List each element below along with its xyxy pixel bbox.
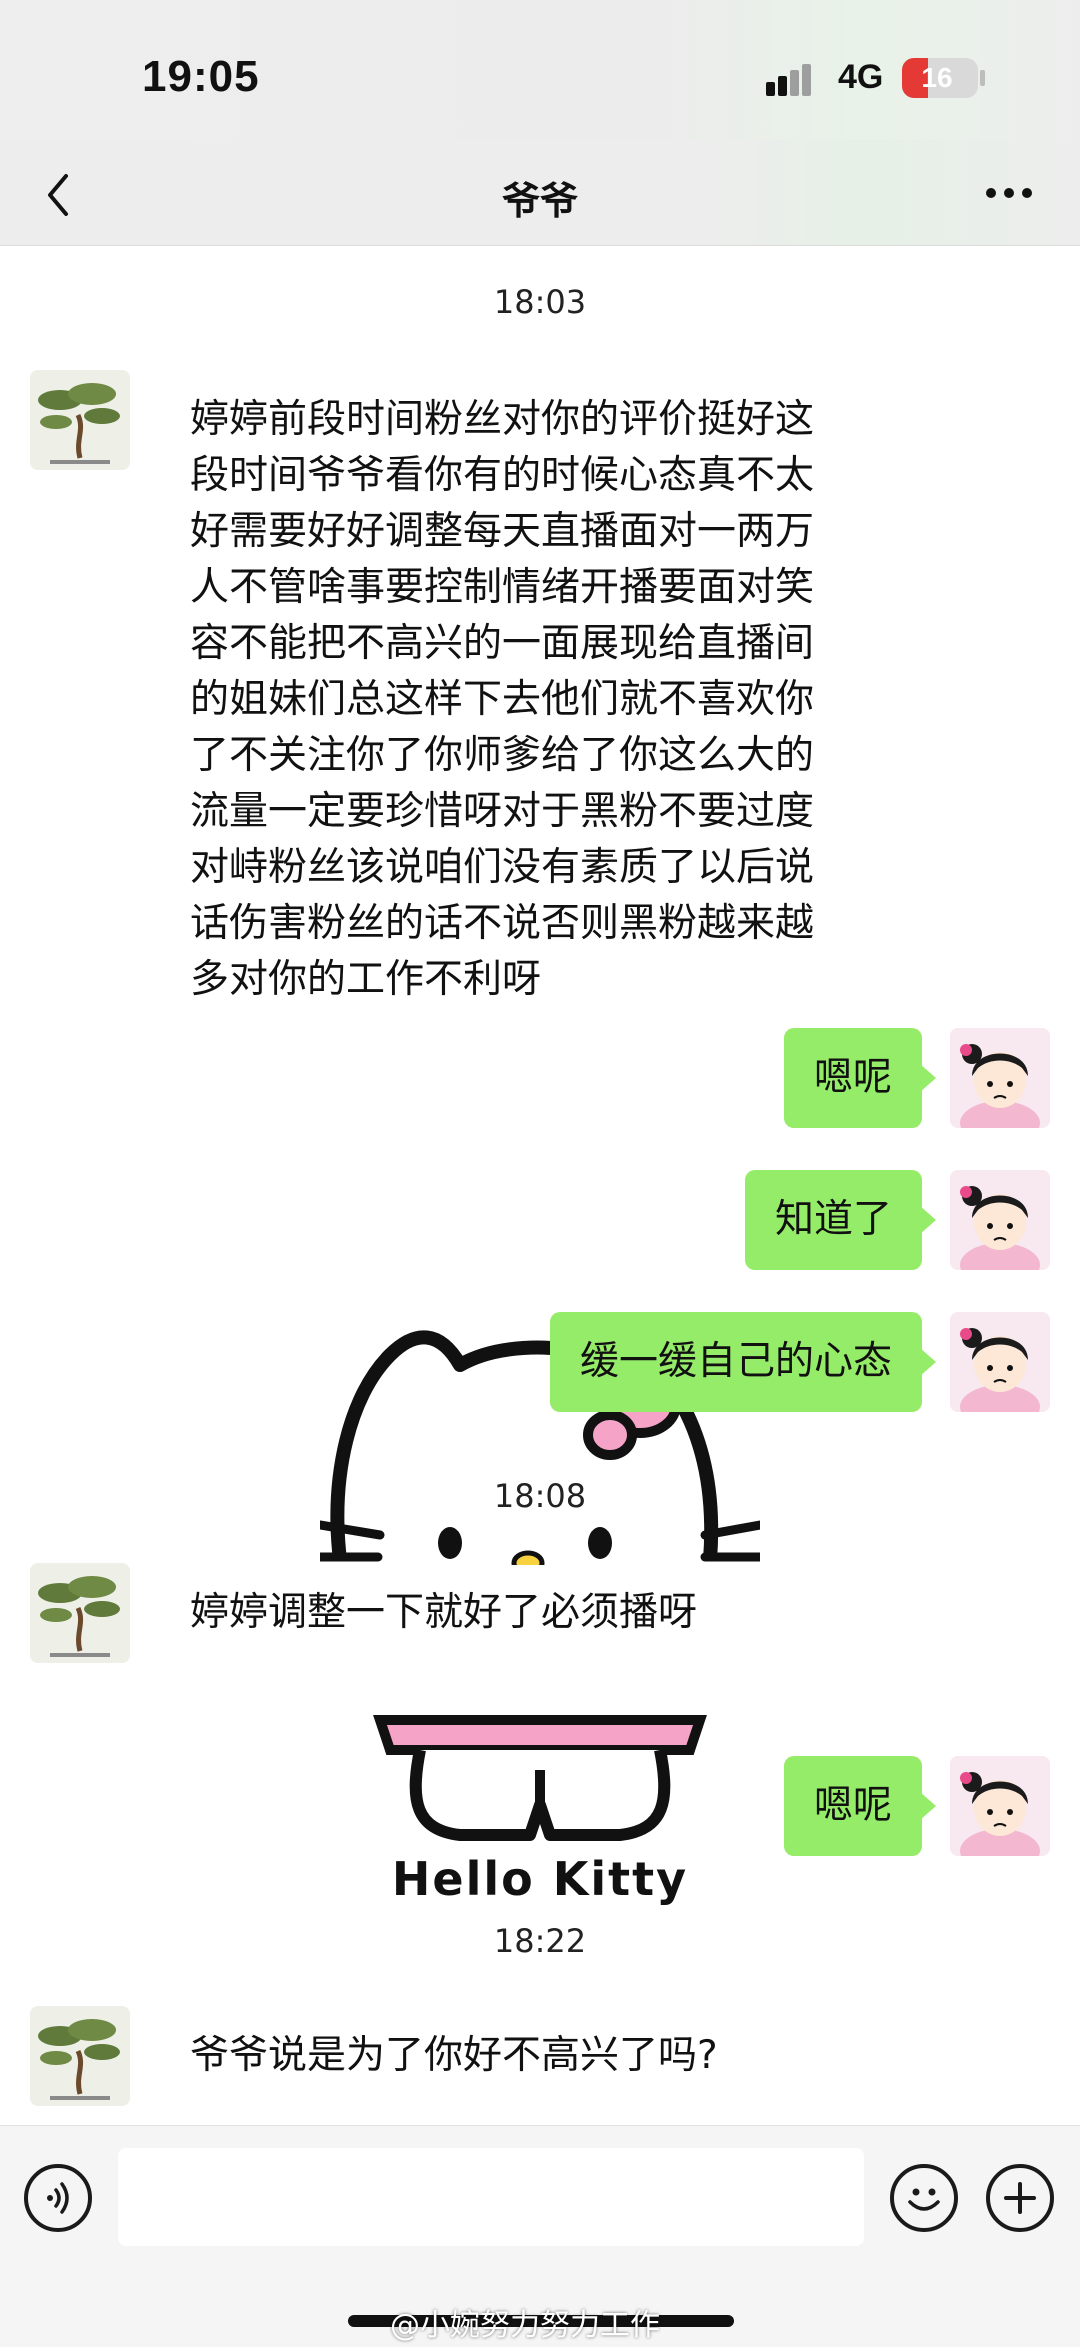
message-text: 嗯呢: [813, 1783, 892, 1828]
incoming-message: 婷婷前段时间粉丝对你的评价挺好这 段时间爷爷看你有的时候心态真不太 好需要好好调…: [190, 392, 860, 1008]
message-line: 话伤害粉丝的话不说否则黑粉越来越: [190, 901, 815, 946]
self-avatar[interactable]: [950, 1028, 1050, 1128]
self-avatar[interactable]: [950, 1756, 1050, 1856]
outgoing-message-bubble[interactable]: 嗯呢: [783, 1028, 937, 1128]
incoming-message: 爷爷说是为了你好不高兴了吗?: [190, 2033, 718, 2078]
message-line: 婷婷前段时间粉丝对你的评价挺好这: [190, 397, 815, 442]
status-bar: 19:05 4G 16: [0, 0, 1080, 140]
more-icon[interactable]: [986, 188, 1036, 202]
message-text: 知道了: [774, 1197, 892, 1242]
network-type: 4G: [838, 58, 884, 96]
plus-icon[interactable]: [986, 2164, 1054, 2232]
hello-kitty-sticker-bottom: [373, 1715, 707, 1841]
emoji-icon[interactable]: [890, 2164, 958, 2232]
battery-tip: [980, 70, 985, 86]
message-input[interactable]: [118, 2148, 864, 2246]
chat-title: 爷爷: [501, 179, 578, 223]
incoming-message: 婷婷调整一下就好了必须播呀: [190, 1590, 698, 1635]
watermark: @小婉努力努力工作: [390, 2308, 660, 2343]
message-line: 好需要好好调整每天直播面对一两万: [190, 509, 815, 554]
message-line: 了不关注你了你师爹给了你这么大的: [190, 733, 815, 778]
message-line: 的姐妹们总这样下去他们就不喜欢你: [190, 677, 815, 722]
status-time: 19:05: [142, 52, 260, 101]
self-avatar[interactable]: [950, 1170, 1050, 1270]
contact-avatar[interactable]: [30, 2006, 130, 2106]
timestamp: 18:08: [493, 1477, 587, 1515]
message-line: 对峙粉丝该说咱们没有素质了以后说: [190, 845, 815, 890]
outgoing-message-bubble[interactable]: 缓一缓自己的心态: [549, 1312, 937, 1412]
contact-avatar[interactable]: [30, 1563, 130, 1663]
outgoing-message-bubble[interactable]: 嗯呢: [783, 1756, 937, 1856]
sticker-logo-text: Hello Kitty: [391, 1852, 689, 1906]
message-line: 流量一定要珍惜呀对于黑粉不要过度: [190, 789, 815, 834]
nav-bar: 爷爷: [0, 140, 1080, 246]
voice-icon[interactable]: [24, 2164, 92, 2232]
signal-icon: [766, 62, 822, 96]
message-text: 嗯呢: [813, 1055, 892, 1100]
message-text: 缓一缓自己的心态: [579, 1339, 892, 1384]
outgoing-message-bubble[interactable]: 知道了: [744, 1170, 937, 1270]
battery-icon: 16: [902, 58, 978, 98]
self-avatar[interactable]: [950, 1312, 1050, 1412]
message-line: 多对你的工作不利呀: [190, 957, 542, 1002]
timestamp: 18:22: [493, 1922, 587, 1960]
message-line: 容不能把不高兴的一面展现给直播间: [190, 621, 815, 666]
message-line: 人不管啥事要控制情绪开播要面对笑: [190, 565, 815, 610]
contact-avatar[interactable]: [30, 370, 130, 470]
timestamp: 18:03: [493, 283, 587, 321]
message-line: 段时间爷爷看你有的时候心态真不太: [190, 453, 815, 498]
battery-level: 16: [921, 62, 953, 93]
